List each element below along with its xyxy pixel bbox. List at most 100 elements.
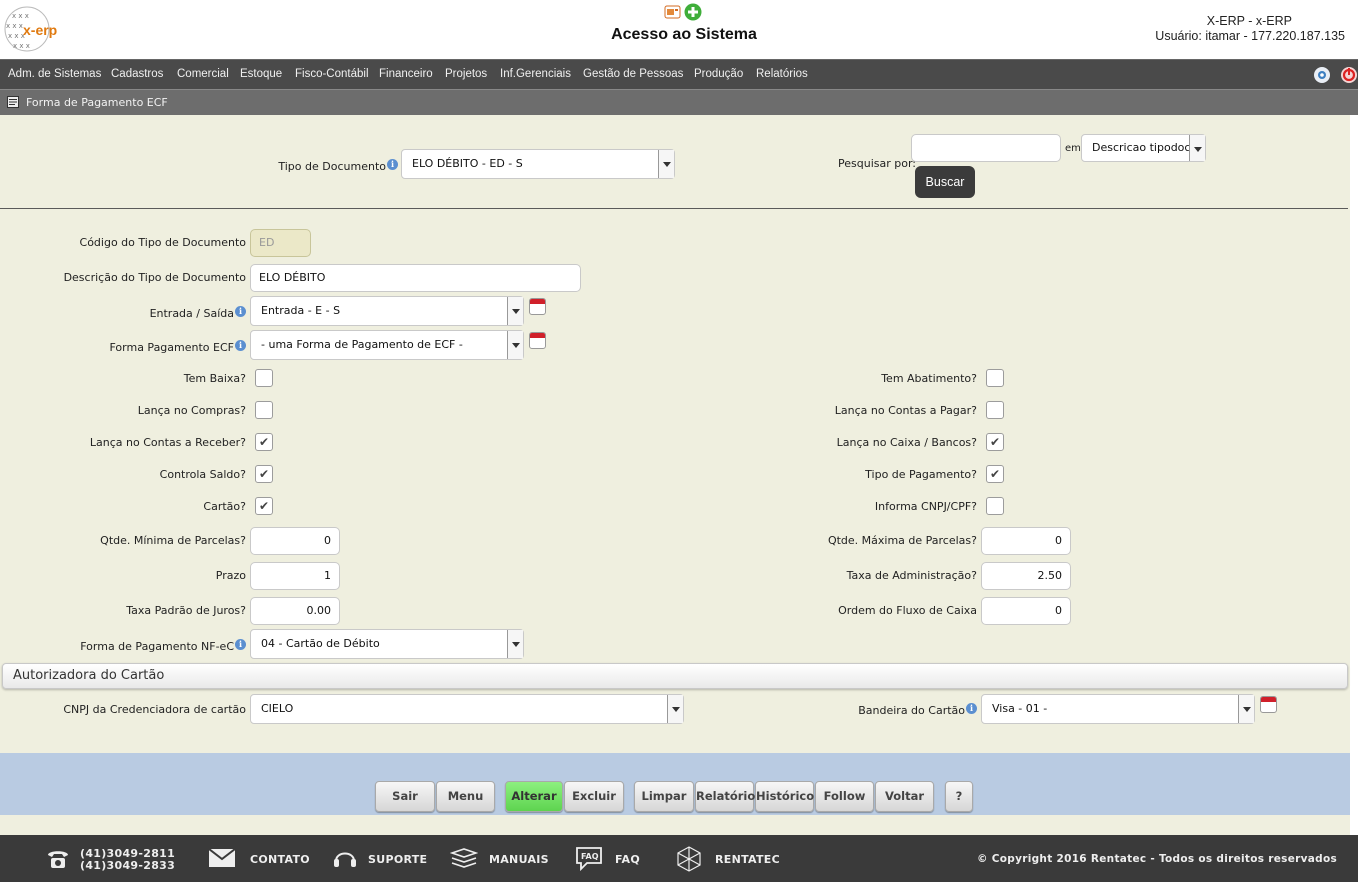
- menu-financeiro[interactable]: Financeiro: [379, 68, 433, 80]
- tipo-documento-value: ELO DÉBITO - ED - S: [412, 157, 523, 170]
- tipo-pagamento-checkbox[interactable]: ✔: [986, 465, 1004, 483]
- qtde-min-label: Qtde. Mínima de Parcelas?: [100, 534, 246, 547]
- taxa-adm-label: Taxa de Administração?: [846, 569, 977, 582]
- network-icon[interactable]: [675, 845, 703, 873]
- user-info: X-ERP - x-ERP Usuário: itamar - 177.220.…: [1155, 14, 1345, 44]
- prazo-field[interactable]: 1: [250, 562, 340, 590]
- manuais-link[interactable]: MANUAIS: [489, 853, 549, 866]
- info-icon[interactable]: i: [235, 306, 246, 317]
- info-icon[interactable]: i: [235, 340, 246, 351]
- menu-inf-gerenciais[interactable]: Inf.Gerenciais: [500, 68, 571, 80]
- chevron-down-icon[interactable]: [507, 331, 523, 359]
- tipo-documento-select[interactable]: ELO DÉBITO - ED - S: [401, 149, 675, 179]
- menu-producao[interactable]: Produção: [694, 68, 743, 80]
- form-area: Tipo de Documento i ELO DÉBITO - ED - S P…: [0, 115, 1350, 753]
- menu-adm-sistemas[interactable]: Adm. de Sistemas: [8, 68, 101, 80]
- phone-2: (41)3049-2833: [80, 859, 176, 872]
- informa-cnpj-checkbox[interactable]: [986, 497, 1004, 515]
- phone-icon: [48, 851, 68, 868]
- bandeira-select[interactable]: Visa - 01 -: [981, 694, 1255, 724]
- ordem-fluxo-field[interactable]: 0: [981, 597, 1071, 625]
- alterar-button[interactable]: Alterar: [505, 781, 563, 812]
- tipo-pagamento-label: Tipo de Pagamento?: [865, 468, 977, 481]
- suporte-link[interactable]: SUPORTE: [368, 853, 427, 866]
- faq-icon[interactable]: FAQ: [575, 846, 605, 872]
- info-icon[interactable]: i: [387, 159, 398, 170]
- info-icon[interactable]: i: [235, 639, 246, 650]
- contato-link[interactable]: CONTATO: [250, 853, 310, 866]
- menu-gestao-pessoas[interactable]: Gestão de Pessoas: [583, 68, 683, 80]
- chevron-down-icon[interactable]: [667, 695, 683, 723]
- menu-button[interactable]: Menu: [436, 781, 495, 812]
- chevron-down-icon[interactable]: [507, 297, 523, 325]
- taxa-adm-field[interactable]: 2.50: [981, 562, 1071, 590]
- lanca-receber-checkbox[interactable]: ✔: [255, 433, 273, 451]
- copyright: © Copyright 2016 Rentatec - Todos os dir…: [977, 853, 1338, 865]
- qtde-max-label: Qtde. Máxima de Parcelas?: [827, 534, 977, 547]
- chevron-down-icon[interactable]: [1189, 135, 1205, 161]
- add-icon[interactable]: [684, 3, 702, 21]
- chevron-down-icon[interactable]: [1238, 695, 1254, 723]
- logout-icon[interactable]: [1340, 66, 1358, 84]
- forma-pagto-ecf-label-text: Forma Pagamento ECF: [109, 341, 234, 354]
- rentatec-link[interactable]: RENTATEC: [715, 853, 780, 866]
- qtde-max-field[interactable]: 0: [981, 527, 1071, 555]
- info-icon[interactable]: i: [966, 703, 977, 714]
- chevron-down-icon[interactable]: [658, 150, 674, 178]
- tem-abatimento-checkbox[interactable]: [986, 369, 1004, 387]
- descricao-field[interactable]: ELO DÉBITO: [250, 264, 581, 292]
- calendar-icon[interactable]: [529, 332, 546, 349]
- entrada-saida-label-text: Entrada / Saída: [149, 307, 234, 320]
- ordem-fluxo-label: Ordem do Fluxo de Caixa: [838, 604, 977, 617]
- svg-text:x x x: x x x: [12, 12, 29, 20]
- faq-link[interactable]: FAQ: [615, 853, 640, 866]
- buscar-button[interactable]: Buscar: [915, 166, 975, 198]
- pesquisar-label: Pesquisar por:: [838, 157, 916, 170]
- presentation-icon[interactable]: [664, 3, 682, 21]
- cnpj-credenciadora-select[interactable]: CIELO: [250, 694, 684, 724]
- menu-estoque[interactable]: Estoque: [240, 68, 282, 80]
- entrada-saida-select[interactable]: Entrada - E - S: [250, 296, 524, 326]
- historico-button[interactable]: Histórico: [755, 781, 814, 812]
- headset-icon[interactable]: [332, 847, 358, 871]
- lanca-compras-label: Lança no Compras?: [137, 404, 246, 417]
- books-icon[interactable]: [450, 847, 478, 871]
- limpar-button[interactable]: Limpar: [634, 781, 694, 812]
- divider: [0, 208, 1348, 209]
- follow-up-button[interactable]: Follow Up: [815, 781, 874, 832]
- chevron-down-icon[interactable]: [507, 630, 523, 658]
- lanca-compras-checkbox[interactable]: [255, 401, 273, 419]
- entrada-saida-label: Entrada / Saída i: [150, 306, 246, 320]
- search-input[interactable]: [911, 134, 1061, 162]
- calendar-icon[interactable]: [1260, 696, 1277, 713]
- menu-relatorios[interactable]: Relatórios: [756, 68, 808, 80]
- tem-baixa-checkbox[interactable]: [255, 369, 273, 387]
- calendar-icon[interactable]: [529, 298, 546, 315]
- mail-icon[interactable]: [209, 849, 235, 867]
- tipo-documento-label: Tipo de Documento i: [278, 159, 398, 173]
- taxa-juros-field[interactable]: 0.00: [250, 597, 340, 625]
- lanca-pagar-label: Lança no Contas a Pagar?: [834, 404, 977, 417]
- qtde-min-field[interactable]: 0: [250, 527, 340, 555]
- settings-icon[interactable]: [1313, 66, 1331, 84]
- menu-cadastros[interactable]: Cadastros: [111, 68, 163, 80]
- menu-projetos[interactable]: Projetos: [445, 68, 487, 80]
- help-button[interactable]: ?: [945, 781, 973, 812]
- forma-pagto-ecf-select[interactable]: - uma Forma de Pagamento de ECF -: [250, 330, 524, 360]
- menu-fisco-contabil[interactable]: Fisco-Contábil: [295, 68, 369, 80]
- informa-cnpj-label: Informa CNPJ/CPF?: [874, 500, 977, 513]
- relatorio-button[interactable]: Relatório: [695, 781, 755, 812]
- controla-saldo-checkbox[interactable]: ✔: [255, 465, 273, 483]
- forma-pagto-nfce-select[interactable]: 04 - Cartão de Débito: [250, 629, 524, 659]
- lanca-caixa-checkbox[interactable]: ✔: [986, 433, 1004, 451]
- search-field-select[interactable]: Descricao tipodoc: [1081, 134, 1206, 162]
- lanca-pagar-checkbox[interactable]: [986, 401, 1004, 419]
- breadcrumb-text: Forma de Pagamento ECF: [26, 96, 168, 109]
- voltar-button[interactable]: Voltar: [875, 781, 934, 812]
- menu-comercial[interactable]: Comercial: [177, 68, 229, 80]
- cartao-checkbox[interactable]: ✔: [255, 497, 273, 515]
- sair-button[interactable]: Sair: [375, 781, 435, 812]
- descricao-label: Descrição do Tipo de Documento: [63, 271, 246, 284]
- excluir-button[interactable]: Excluir: [564, 781, 624, 812]
- footer: (41)3049-2811 (41)3049-2833 CONTATO SUPO…: [0, 835, 1358, 882]
